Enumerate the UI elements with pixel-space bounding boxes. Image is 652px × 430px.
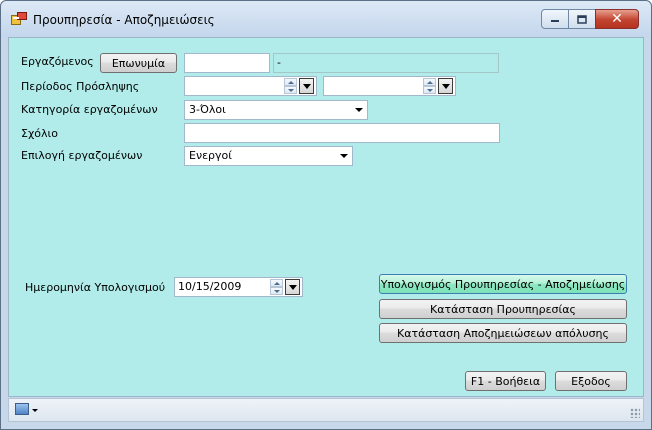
chevron-down-icon [355, 108, 363, 112]
name-lookup-button[interactable]: Επωνυμία [100, 53, 177, 73]
employee-label: Εργαζόμενος [21, 55, 94, 68]
employee-status-selected-value: Ενεργοί [189, 149, 232, 162]
chevron-down-icon [340, 154, 348, 158]
comment-field[interactable] [184, 123, 500, 143]
spin-down-icon[interactable] [423, 86, 436, 94]
category-label: Κατηγορία εργαζομένων [21, 103, 158, 116]
hiring-from-date[interactable] [184, 76, 317, 96]
spin-up-icon[interactable] [270, 279, 283, 287]
status-bar [8, 398, 644, 422]
window-title: Προυπηρεσία - Αποζημειώσεις [33, 13, 215, 27]
maximize-icon [577, 14, 587, 24]
maximize-button[interactable] [568, 9, 596, 29]
window-controls: ✕ [541, 9, 639, 29]
resize-grip-icon[interactable] [630, 408, 640, 418]
calc-date-label: Ημερομηνία Υπολογισμού [25, 281, 166, 294]
spin-down-icon[interactable] [284, 86, 297, 94]
close-icon: ✕ [611, 11, 623, 27]
app-window-icon [11, 12, 27, 25]
comment-label: Σχόλιο [21, 127, 58, 140]
dropdown-arrow-icon[interactable] [32, 409, 38, 412]
image-dropdown-icon[interactable] [15, 403, 29, 415]
employee-status-select[interactable]: Ενεργοί [184, 146, 353, 166]
hiring-from-spinner[interactable] [284, 78, 297, 94]
exit-button[interactable]: Εξοδος [555, 371, 627, 391]
service-report-button[interactable]: Κατάσταση Προυπηρεσίας [379, 299, 627, 319]
hiring-period-label: Περίοδος Πρόσληψης [21, 80, 140, 93]
calc-date-spinner[interactable] [270, 279, 283, 295]
spin-up-icon[interactable] [423, 78, 436, 86]
form-client-area: Εργαζόμενος Επωνυμία - Περίοδος Πρόσληψη… [8, 37, 644, 397]
spin-down-icon[interactable] [270, 287, 283, 295]
calc-date-picker[interactable]: 10/15/2009 [174, 277, 303, 297]
category-selected-value: 3-Όλοι [189, 103, 226, 116]
minimize-button[interactable] [541, 9, 569, 29]
category-select[interactable]: 3-Όλοι [184, 100, 368, 120]
hiring-to-date[interactable] [323, 76, 456, 96]
minimize-icon [551, 20, 559, 22]
spin-up-icon[interactable] [284, 78, 297, 86]
hiring-to-dropdown-button[interactable] [438, 78, 453, 94]
employee-select-label: Επιλογή εργαζομένων [21, 149, 143, 162]
compensation-report-button[interactable]: Κατάσταση Αποζημειώσεων απόλυσης [379, 323, 627, 343]
calculate-button[interactable]: Υπολογισμός Προυπηρεσίας - Αποζημείωσης [379, 274, 627, 294]
employee-id-field[interactable] [184, 53, 270, 73]
main-window: Προυπηρεσία - Αποζημειώσεις ✕ Εργαζόμενο… [0, 0, 652, 430]
help-button[interactable]: F1 - Βοήθεια [465, 371, 546, 391]
calc-date-value: 10/15/2009 [178, 280, 242, 293]
hiring-to-spinner[interactable] [423, 78, 436, 94]
employee-name-field: - [273, 53, 499, 73]
calc-date-dropdown-button[interactable] [285, 279, 300, 295]
title-bar[interactable]: Προυπηρεσία - Αποζημειώσεις ✕ [1, 1, 651, 37]
close-button[interactable]: ✕ [595, 9, 639, 29]
hiring-from-dropdown-button[interactable] [299, 78, 314, 94]
